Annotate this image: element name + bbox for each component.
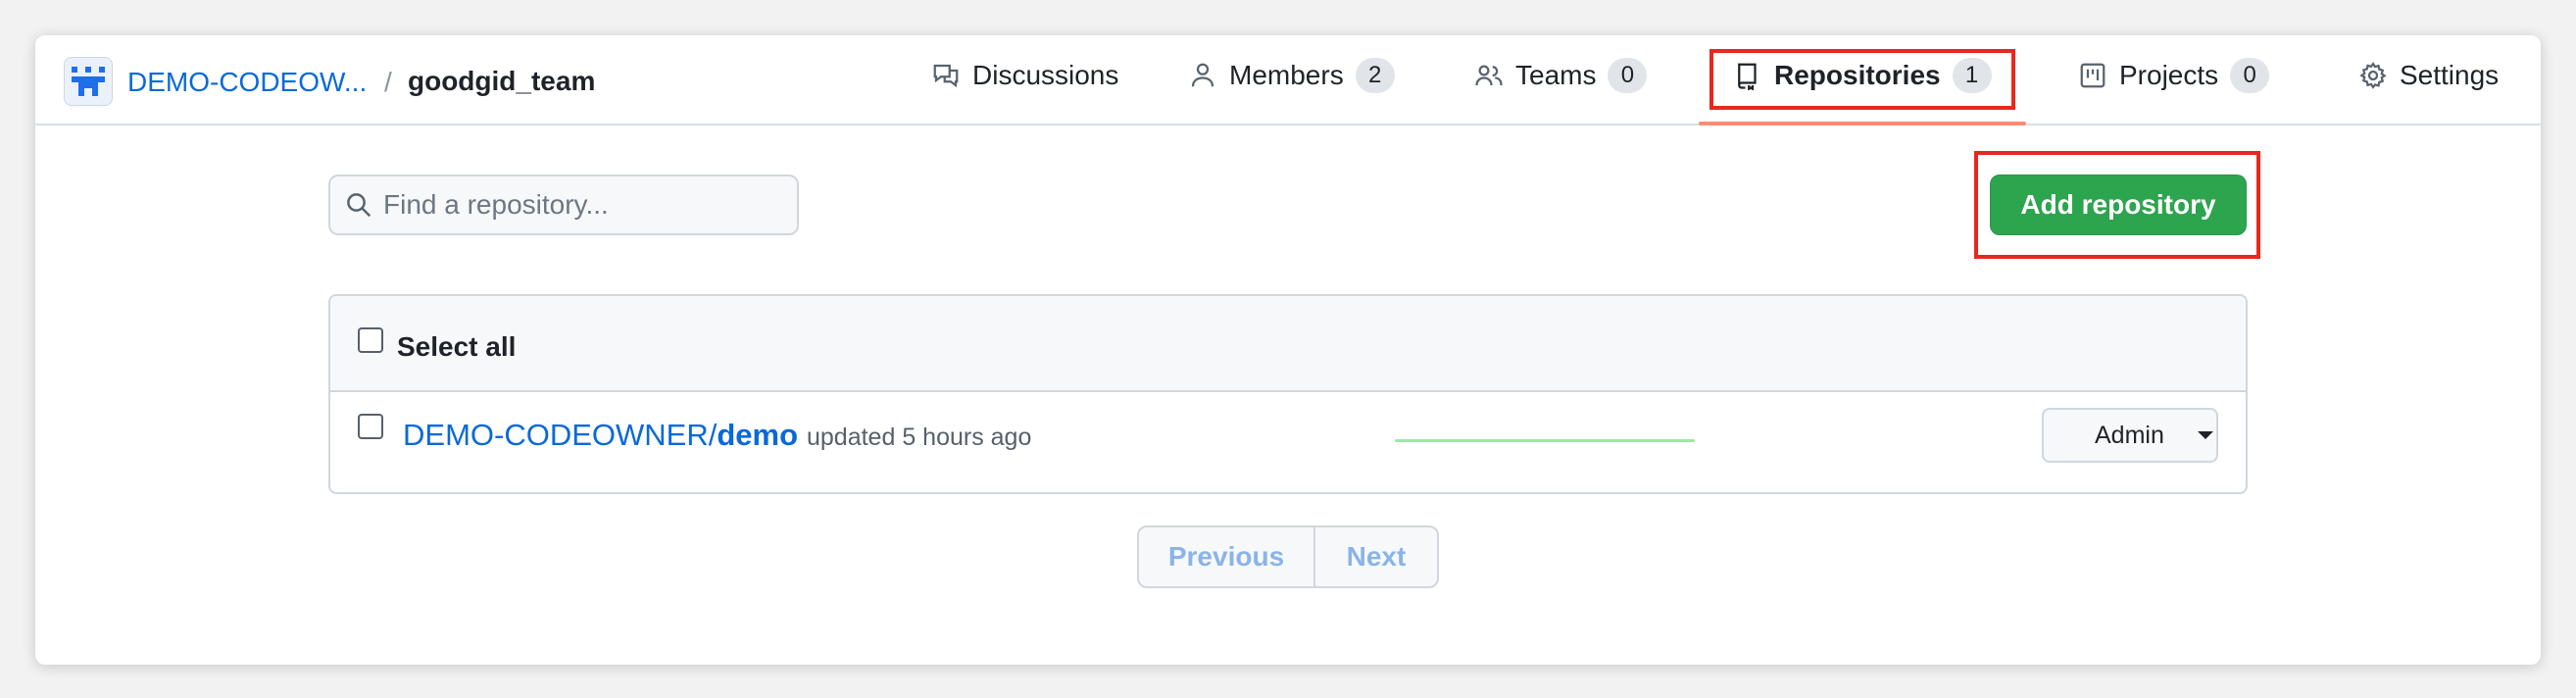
tab-members-label: Members bbox=[1229, 60, 1344, 90]
tab-members[interactable]: Members 2 bbox=[1188, 53, 1395, 98]
tab-discussions-label: Discussions bbox=[972, 60, 1119, 90]
breadcrumb-team-name[interactable]: goodgid_team bbox=[408, 66, 595, 97]
gear-icon bbox=[2359, 62, 2387, 89]
repository-updated-time: updated 5 hours ago bbox=[807, 424, 1032, 451]
teams-count-badge: 0 bbox=[1608, 58, 1648, 93]
tab-projects-label: Projects bbox=[2119, 60, 2219, 90]
repository-owner: DEMO-CODEOWNER/ bbox=[403, 418, 718, 452]
role-dropdown[interactable]: Admin bbox=[2042, 408, 2218, 463]
comment-discussion-icon bbox=[933, 64, 959, 88]
caret-down-icon bbox=[2197, 431, 2213, 439]
repositories-tab-highlight-box bbox=[1709, 49, 2015, 110]
previous-page-button[interactable]: Previous bbox=[1139, 527, 1315, 586]
repo-row-checkbox[interactable] bbox=[358, 414, 383, 439]
people-icon bbox=[1475, 65, 1503, 86]
list-header: Select all bbox=[330, 296, 2246, 392]
select-all-checkbox[interactable] bbox=[358, 327, 383, 353]
repository-search[interactable] bbox=[328, 174, 799, 235]
team-header: DEMO-CODEOW... / goodgid_team Discussion… bbox=[35, 35, 2541, 125]
pagination: Previous Next bbox=[1137, 525, 1439, 588]
tab-teams[interactable]: Teams 0 bbox=[1474, 53, 1648, 98]
projects-count-badge: 0 bbox=[2230, 58, 2270, 93]
breadcrumb-separator: / bbox=[384, 67, 392, 97]
search-icon bbox=[347, 193, 372, 218]
tab-projects[interactable]: Projects 0 bbox=[2078, 53, 2270, 98]
activity-sparkline bbox=[1395, 439, 1695, 442]
selected-tab-underline bbox=[1699, 122, 2026, 125]
tab-teams-label: Teams bbox=[1515, 60, 1597, 90]
repository-link[interactable]: DEMO-CODEOWNER/demo bbox=[403, 418, 798, 453]
select-all-label[interactable]: Select all bbox=[397, 331, 516, 363]
tab-settings-label: Settings bbox=[2400, 60, 2500, 90]
tab-settings[interactable]: Settings bbox=[2358, 53, 2499, 98]
role-dropdown-label: Admin bbox=[2095, 421, 2164, 449]
org-avatar[interactable] bbox=[64, 57, 113, 106]
app-window: DEMO-CODEOW... / goodgid_team Discussion… bbox=[35, 35, 2541, 665]
tab-discussions[interactable]: Discussions bbox=[931, 53, 1118, 98]
members-count-badge: 2 bbox=[1355, 58, 1395, 93]
add-repository-highlight-box bbox=[1974, 151, 2260, 259]
person-icon bbox=[1191, 63, 1214, 87]
search-input[interactable] bbox=[383, 189, 795, 221]
repository-name: demo bbox=[717, 418, 799, 452]
project-icon bbox=[2080, 63, 2105, 88]
breadcrumb-org-link[interactable]: DEMO-CODEOW... bbox=[127, 67, 367, 98]
next-page-button[interactable]: Next bbox=[1315, 527, 1437, 586]
org-logo-icon bbox=[72, 67, 105, 96]
repository-list: Select all DEMO-CODEOWNER/demo updated 5… bbox=[328, 294, 2248, 494]
